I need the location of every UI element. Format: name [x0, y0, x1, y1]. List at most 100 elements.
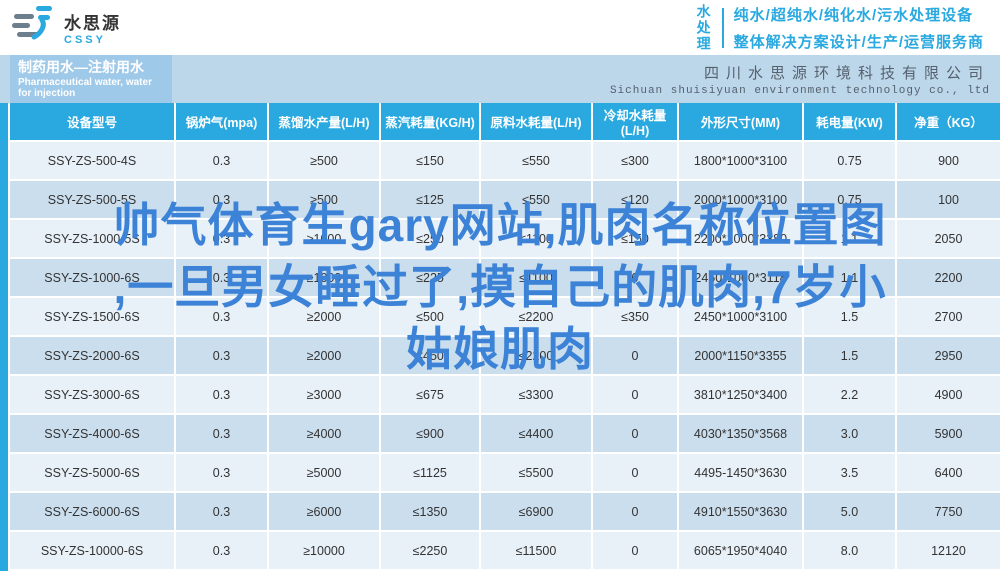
table-row: SSY-ZS-1000-6S 0.3 ≥1000 ≤225 ≤1100 0 2450*100…	[10, 258, 1000, 298]
table-cell: ≤2250	[380, 531, 481, 571]
column-header: 冷却水耗量(L/H)	[592, 103, 679, 142]
table-cell: ≤6900	[480, 492, 593, 532]
column-header: 设备型号	[10, 103, 176, 142]
table-cell: 2700	[896, 297, 1000, 337]
table-cell: 12120	[896, 531, 1000, 571]
table-cell: ≤3300	[480, 375, 593, 415]
table-cell: 1.1	[803, 219, 897, 259]
table-cell: 2200*1000*3380	[678, 219, 804, 259]
table-row: SSY-ZS-6000-6S 0.3 ≥6000 ≤1350 ≤6900 0 4910*15…	[10, 492, 1000, 532]
table-cell: ≤1125	[380, 453, 481, 493]
table-cell: ≤150	[592, 219, 679, 259]
table-row: SSY-ZS-1000-5S 0.3 ≥1000 ≤250 ≤1100 ≤150 2200*…	[10, 219, 1000, 259]
slogan-line-1: 纯水/超纯水/纯化水/污水处理设备	[733, 6, 974, 24]
table-cell: ≤500	[380, 297, 481, 337]
column-header: 蒸馏水产量(L/H)	[268, 103, 381, 142]
table-cell: ≤150	[380, 141, 481, 181]
table-row: SSY-ZS-500-5S 0.3 ≥500 ≤125 ≤550 ≤120 2000*100…	[10, 180, 1000, 220]
logo-name-cn: 水思源	[64, 14, 121, 33]
table-cell: SSY-ZS-2000-6S	[10, 336, 176, 376]
table-cell: 4495-1450*3630	[678, 453, 804, 493]
table-cell: ≥5000	[268, 453, 381, 493]
table-cell: SSY-ZS-500-4S	[10, 141, 176, 181]
table-cell: 2950	[896, 336, 1000, 376]
table-cell: 0.75	[803, 141, 897, 181]
company-name-cn: 四川水思源环境科技有限公司	[703, 65, 990, 82]
table-cell: 2050	[896, 219, 1000, 259]
table-cell: ≤550	[480, 180, 593, 220]
table-cell: ≥4000	[268, 414, 381, 454]
table-cell: 3.5	[803, 453, 897, 493]
column-header: 蒸汽耗量(KG/H)	[380, 103, 481, 142]
table-cell: 2000*1150*3355	[678, 336, 804, 376]
table-cell: ≤225	[380, 258, 481, 298]
header-slogan: 水处理 纯水/超纯水/纯化水/污水处理设备 整体解决方案设计/生产/运营服务商	[696, 4, 984, 52]
column-header: 原料水耗量(L/H)	[480, 103, 593, 142]
table-cell: 100	[896, 180, 1000, 220]
table-cell: 1800*1000*3100	[678, 141, 804, 181]
table-cell: ≤5500	[480, 453, 593, 493]
table-cell: 0.3	[175, 180, 269, 220]
table-cell: 0.3	[175, 258, 269, 298]
table-cell: ≤675	[380, 375, 481, 415]
table-cell: ≤900	[380, 414, 481, 454]
slogan-vertical-label: 水处理	[695, 3, 712, 52]
table-row: SSY-ZS-500-4S 0.3 ≥500 ≤150 ≤550 ≤300 1800*100…	[10, 141, 1000, 181]
column-header: 净重（KG）	[896, 103, 1000, 142]
table-cell: 0.3	[175, 453, 269, 493]
table-cell: 0.3	[175, 414, 269, 454]
table-cell: ≤4400	[480, 414, 593, 454]
table-cell: 1.1	[803, 258, 897, 298]
table-cell: ≥2000	[268, 336, 381, 376]
column-header: 耗电量(KW)	[803, 103, 897, 142]
slogan-line-2: 整体解决方案设计/生产/运营服务商	[733, 33, 984, 51]
table-cell: 0.75	[803, 180, 897, 220]
table-cell: ≤250	[380, 219, 481, 259]
table-cell: ≥1000	[268, 258, 381, 298]
slogan-divider	[721, 7, 724, 48]
table-cell: ≤1100	[480, 219, 593, 259]
table-cell: 6065*1950*4040	[678, 531, 804, 571]
table-cell: SSY-ZS-1000-6S	[10, 258, 176, 298]
table-cell: ≥500	[268, 141, 381, 181]
table-cell: 2.2	[803, 375, 897, 415]
table-cell: SSY-ZS-5000-6S	[10, 453, 176, 493]
table-cell: 0	[592, 336, 679, 376]
table-cell: 5900	[896, 414, 1000, 454]
table-cell: 0.3	[175, 531, 269, 571]
table-cell: 2000*1000*3100	[678, 180, 804, 220]
section-band: 制药用水—注射用水 Pharmaceutical water, water fo…	[0, 55, 1000, 103]
table-cell: ≤350	[592, 297, 679, 337]
table-cell: SSY-ZS-4000-6S	[10, 414, 176, 454]
spec-table-section: 设备型号 锅炉气(mpa) 蒸馏水产量(L/H) 蒸汽耗量(KG/H) 原料水耗量(L/…	[0, 103, 1000, 571]
table-cell: ≥1000	[268, 219, 381, 259]
table-cell: 0	[592, 414, 679, 454]
spec-table-body: SSY-ZS-500-4S 0.3 ≥500 ≤150 ≤550 ≤300 1800*100…	[10, 141, 1000, 571]
header-row: 设备型号 锅炉气(mpa) 蒸馏水产量(L/H) 蒸汽耗量(KG/H) 原料水耗量(L/…	[10, 103, 1000, 142]
spec-table-head: 设备型号 锅炉气(mpa) 蒸馏水产量(L/H) 蒸汽耗量(KG/H) 原料水耗量(L/…	[10, 103, 1000, 142]
table-cell: SSY-ZS-10000-6S	[10, 531, 176, 571]
table-cell: 0.3	[175, 219, 269, 259]
table-cell: 4910*1550*3630	[678, 492, 804, 532]
category-title-cn: 制药用水—注射用水	[18, 59, 144, 75]
table-row: SSY-ZS-3000-6S 0.3 ≥3000 ≤675 ≤3300 0 3810*125…	[10, 375, 1000, 415]
company-logo[interactable]: 水思源 CSSY	[12, 4, 121, 51]
table-cell: ≤120	[592, 180, 679, 220]
company-name-block: 四川水思源环境科技有限公司 Sichuan shuisiyuan environ…	[172, 55, 1000, 103]
table-cell: 0	[592, 375, 679, 415]
table-cell: ≤11500	[480, 531, 593, 571]
category-title-en: Pharmaceutical water, water for injectio…	[18, 77, 152, 99]
water-flow-logo-icon	[12, 4, 56, 51]
table-cell: ≥6000	[268, 492, 381, 532]
table-cell: ≥10000	[268, 531, 381, 571]
table-cell: 0.3	[175, 141, 269, 181]
table-cell: 2200	[896, 258, 1000, 298]
table-cell: ≥2000	[268, 297, 381, 337]
table-row: SSY-ZS-4000-6S 0.3 ≥4000 ≤900 ≤4400 0 4030*135…	[10, 414, 1000, 454]
table-cell: 0.3	[175, 492, 269, 532]
logo-name-en: CSSY	[64, 34, 106, 46]
table-left-accent-strip	[0, 103, 8, 571]
table-cell: 6400	[896, 453, 1000, 493]
table-cell: 4030*1350*3568	[678, 414, 804, 454]
table-cell: 2450*1000*3118	[678, 258, 804, 298]
